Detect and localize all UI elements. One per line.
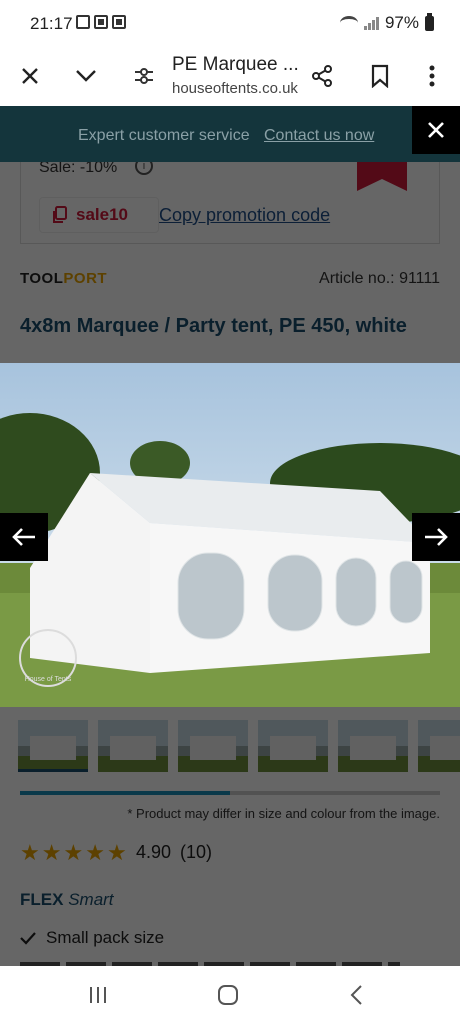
thumbnail-strip xyxy=(18,720,460,772)
close-icon[interactable] xyxy=(10,56,50,96)
next-image-button[interactable] xyxy=(412,513,460,561)
system-nav-bar xyxy=(0,966,460,1024)
thumbnail-5[interactable] xyxy=(338,720,408,772)
feature-text: Small pack size xyxy=(46,928,165,947)
thumbnail-6[interactable] xyxy=(418,720,460,772)
copy-promotion-link[interactable]: Copy promotion code xyxy=(159,205,330,226)
home-icon xyxy=(218,985,238,1005)
flex-label-bold: FLEX xyxy=(20,890,64,909)
signal-icon xyxy=(363,16,379,30)
disclaimer: * Product may differ in size and colour … xyxy=(127,806,440,821)
mail-notification-icon xyxy=(112,15,126,29)
flex-label-italic: Smart xyxy=(68,890,114,909)
coupon-code: sale10 xyxy=(76,205,128,224)
thumbnail-2[interactable] xyxy=(98,720,168,772)
thumbnail-3[interactable] xyxy=(178,720,248,772)
chevron-down-icon[interactable] xyxy=(66,56,106,96)
back-icon xyxy=(350,985,362,1005)
banner-text: Expert customer service xyxy=(78,127,250,144)
web-page: Expert customer service Contact us now S… xyxy=(0,106,460,966)
brand-logo[interactable]: TOOLPORT xyxy=(20,270,107,287)
feature-item: Small pack size xyxy=(20,928,164,948)
product-image[interactable]: House of Tents xyxy=(0,363,460,707)
product-title: 4x8m Marquee / Party tent, PE 450, white xyxy=(20,315,407,337)
close-icon xyxy=(428,122,444,138)
service-banner: Expert customer service Contact us now xyxy=(0,106,460,162)
check-icon xyxy=(20,932,36,945)
battery-icon xyxy=(425,12,434,31)
thumbnail-1[interactable] xyxy=(18,720,88,772)
contact-link[interactable]: Contact us now xyxy=(264,127,374,145)
feature-item-cut xyxy=(20,958,440,966)
battery-percent: 97% xyxy=(384,13,419,32)
gallery-scrollbar[interactable] xyxy=(20,791,440,795)
browser-toolbar: PE Marquee ... houseoftents.co.uk xyxy=(0,48,460,106)
wifi-icon xyxy=(339,16,358,30)
gallery-notification-icon xyxy=(76,15,90,29)
rating-count[interactable]: (10) xyxy=(180,842,212,863)
star-icon: ★ xyxy=(106,840,127,865)
arrow-left-icon xyxy=(12,528,35,546)
banner-close-button[interactable] xyxy=(412,106,460,154)
page-url: houseoftents.co.uk xyxy=(172,80,298,97)
coupon-chip[interactable]: sale10 xyxy=(39,197,159,233)
share-icon[interactable] xyxy=(302,56,342,96)
arrow-right-icon xyxy=(425,528,448,546)
star-icon: ★ xyxy=(63,840,84,865)
status-time: 21:17 xyxy=(30,14,73,33)
star-icon: ★ xyxy=(20,840,40,865)
thumbnail-4[interactable] xyxy=(258,720,328,772)
copy-icon xyxy=(53,206,67,223)
home-button[interactable] xyxy=(208,980,248,1010)
page-title: PE Marquee ... xyxy=(172,54,299,75)
tent-photo: House of Tents xyxy=(0,363,460,707)
brand-logo-part2: PORT xyxy=(63,270,108,287)
rating-value: 4.90 xyxy=(136,842,172,862)
bookmark-icon[interactable] xyxy=(360,56,400,96)
star-icon: ★ xyxy=(85,840,105,865)
flex-smart-label: FLEX Smart xyxy=(20,890,114,910)
gallery-scrollbar-thumb[interactable] xyxy=(20,791,230,795)
recents-icon xyxy=(90,987,106,1003)
back-button[interactable] xyxy=(336,980,376,1010)
watermark: House of Tents xyxy=(25,676,72,683)
article-number: Article no.: 91111 xyxy=(319,270,440,287)
brand-logo-part1: TOOL xyxy=(20,270,64,287)
rating-stars[interactable]: ★ ★ ★ ★ ★ xyxy=(20,840,127,866)
recents-button[interactable] xyxy=(78,980,118,1010)
site-settings-icon[interactable] xyxy=(124,56,164,96)
notification-icons xyxy=(76,15,126,29)
status-bar: 21:17 97% xyxy=(0,0,460,48)
mail-notification-icon xyxy=(94,15,108,29)
system-indicators: 97% xyxy=(339,12,434,33)
previous-image-button[interactable] xyxy=(0,513,48,561)
star-icon: ★ xyxy=(41,840,62,865)
more-vert-icon[interactable] xyxy=(412,56,452,96)
